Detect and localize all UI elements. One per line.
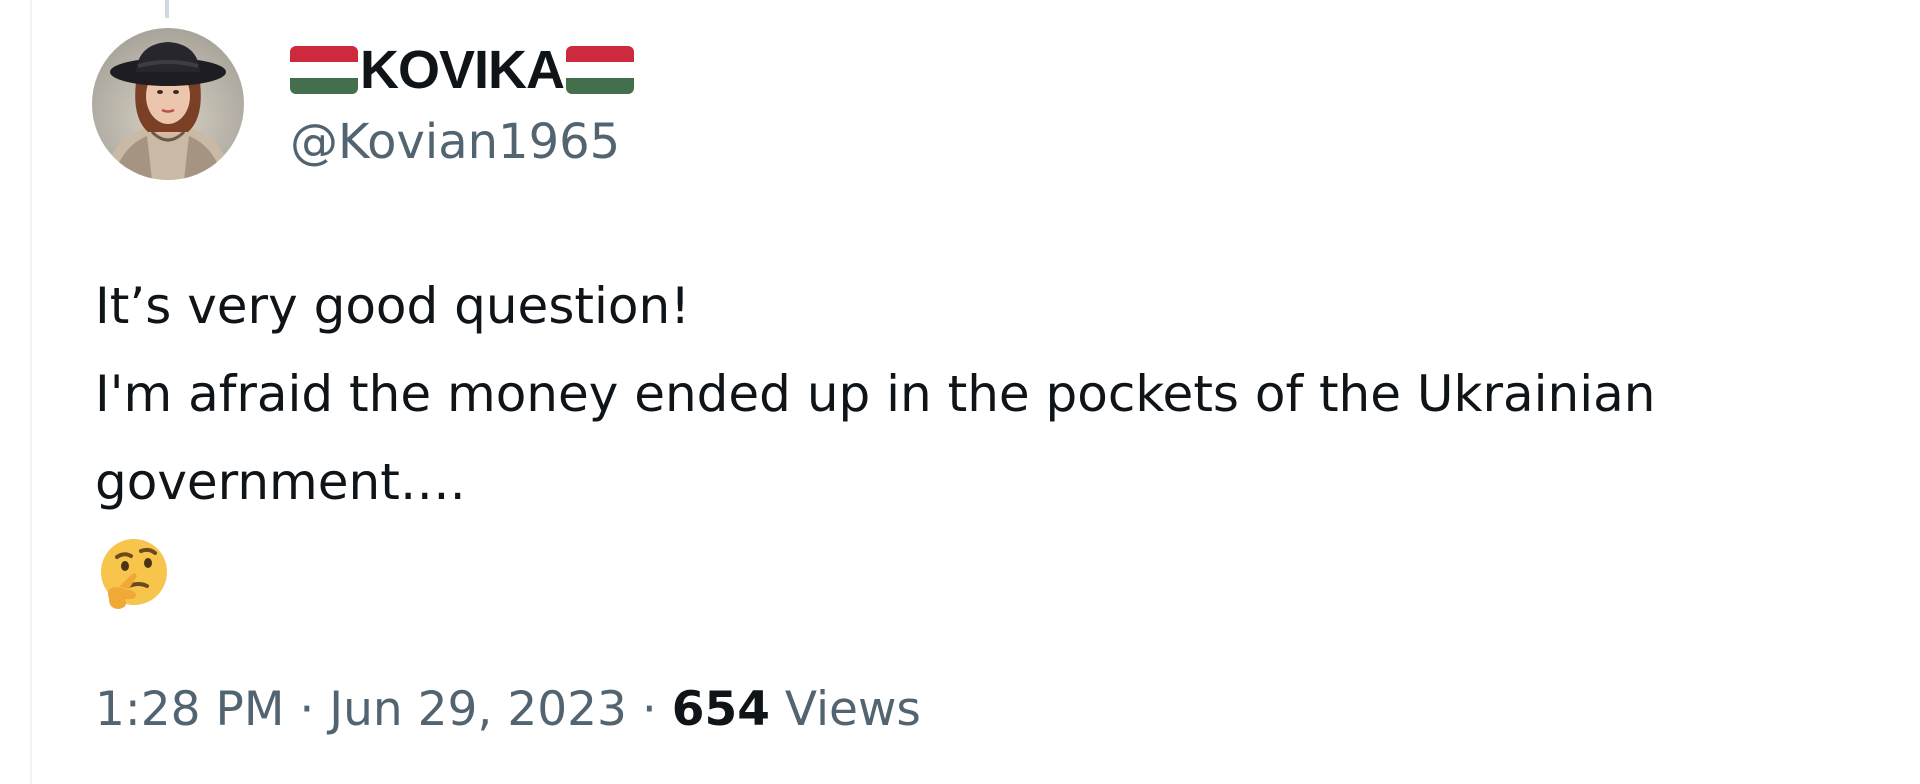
user-handle[interactable]: @Kovian1965 [290,112,634,172]
tweet-meta: 1:28 PM · Jun 29, 2023 · 654 Views [95,670,921,750]
tweet-text-line: I'm afraid the money ended up in the poc… [95,365,1656,423]
display-name[interactable]: KOVIKA [358,38,566,102]
hungary-flag-icon [290,46,358,94]
meta-separator: · [641,682,657,737]
thinking-face-emoji-icon [101,539,167,609]
user-info: KOVIKA @Kovian1965 [290,38,635,172]
tweet-text-line: It’s very good question! [95,277,691,335]
avatar[interactable] [92,28,244,180]
emoji-line [95,526,1895,618]
meta-separator: · [299,682,315,737]
tweet-time-link[interactable]: 1:28 PM · Jun 29, 2023 [95,682,627,737]
tweet-date: Jun 29, 2023 [329,682,627,737]
tweet-time: 1:28 PM [95,682,285,737]
hungary-flag-icon [566,46,635,94]
display-name-row[interactable]: KOVIKA [290,38,635,102]
tweet-text: It’s very good question! I'm afraid the … [95,262,1895,618]
views-count[interactable]: 654 [672,682,770,737]
views-label[interactable]: Views [785,682,921,737]
tweet: KOVIKA @Kovian1965 It’s very good questi… [0,0,1920,784]
tweet-text-line: government…. [95,453,466,511]
